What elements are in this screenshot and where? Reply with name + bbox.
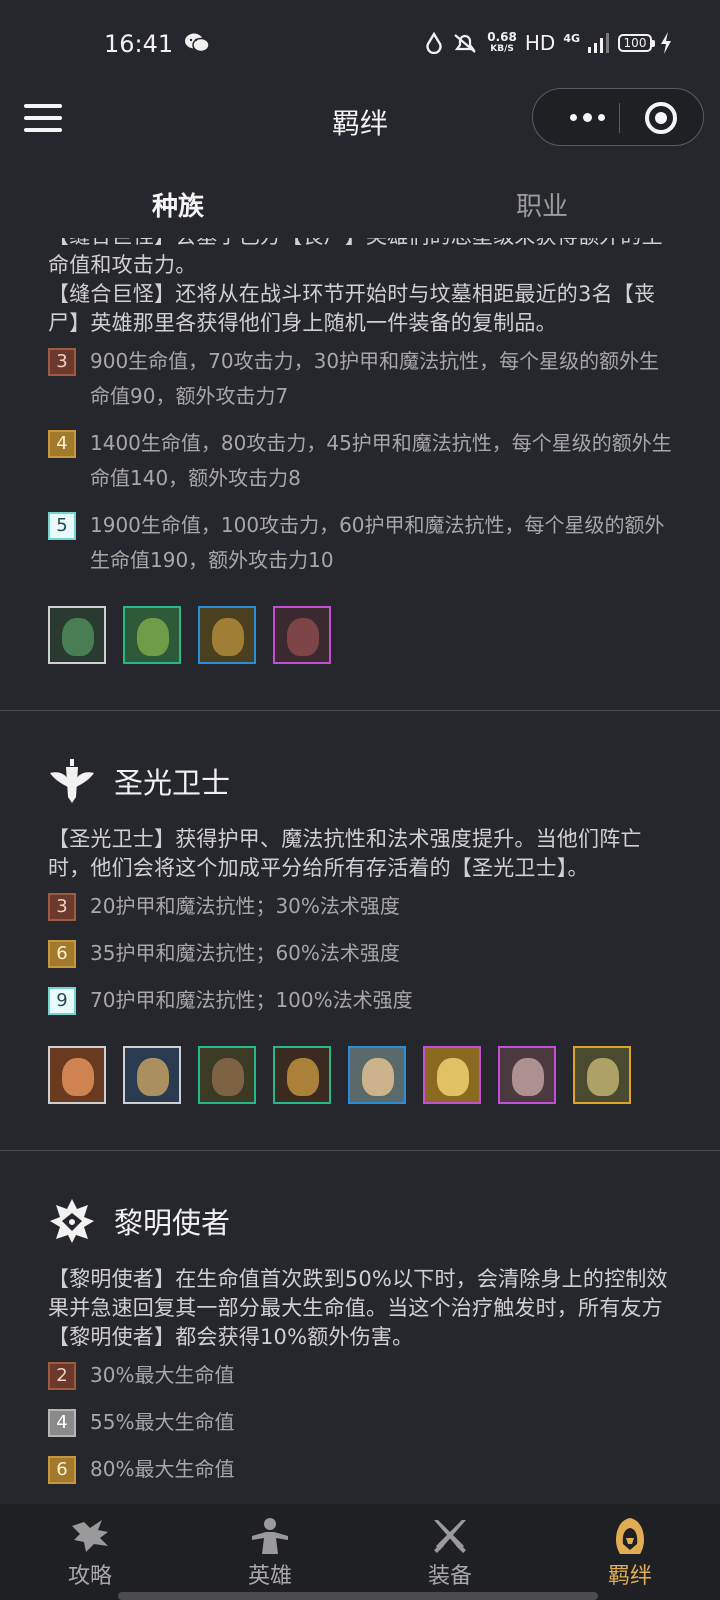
tier-badge-silver: 4 xyxy=(48,1409,76,1437)
tier-effect: 20护甲和魔法抗性；30%法术强度 xyxy=(90,894,400,918)
tabbar-item-guide[interactable]: 攻略 xyxy=(40,1516,140,1590)
hero-portrait[interactable] xyxy=(573,1046,631,1104)
hero-list xyxy=(48,606,672,664)
tier-row: 4 55%最大生命值 xyxy=(48,1405,672,1440)
hero-icon xyxy=(252,1518,288,1554)
tab-class[interactable]: 职业 xyxy=(516,186,568,223)
tier-effect: 1400生命值，80攻击力，45护甲和魔法抗性，每个星级的额外生命值140，额外… xyxy=(90,431,672,490)
tier-badge-bronze: 3 xyxy=(48,348,76,376)
tier-effect: 30%最大生命值 xyxy=(90,1363,235,1387)
tabbar-label: 攻略 xyxy=(67,1564,112,1589)
tabbar-label: 羁绊 xyxy=(607,1564,652,1589)
synergy-description: 【圣光卫士】获得护甲、魔法抗性和法术强度提升。当他们阵亡时，他们会将这个加成平分… xyxy=(48,827,642,880)
bottom-tab-bar: 攻略 英雄 装备 羁绊 xyxy=(0,1504,720,1600)
tier-badge-bronze: 2 xyxy=(48,1362,76,1390)
tier-badge-gold: 6 xyxy=(48,1456,76,1484)
net-speed-unit: KB/S xyxy=(490,44,514,54)
hood-icon xyxy=(616,1518,644,1554)
synergy-header: 黎明使者 xyxy=(48,1191,672,1251)
synergy-title: 圣光卫士 xyxy=(114,766,231,800)
wechat-icon xyxy=(185,33,210,53)
status-icons: 0.68 KB/S HD 4G 100 xyxy=(425,28,672,58)
tier-row: 6 80%最大生命值 xyxy=(48,1452,672,1487)
section-divider xyxy=(0,710,720,711)
status-bar: 16:41 0.68 KB/S HD 4G 100 xyxy=(0,0,720,88)
tabbar-item-heroes[interactable]: 英雄 xyxy=(220,1516,320,1590)
tier-row: 5 1900生命值，100攻击力，60护甲和魔法抗性，每个星级的额外生命值190… xyxy=(48,508,672,578)
synergy-section-sentinel: 圣光卫士 【圣光卫士】获得护甲、魔法抗性和法术强度提升。当他们阵亡时，他们会将这… xyxy=(0,751,720,1104)
synergy-description: 【黎明使者】在生命值首次跌到50%以下时，会清除身上的控制效果并急速回复其一部分… xyxy=(48,1267,668,1349)
more-options-button[interactable] xyxy=(555,89,619,145)
hero-portrait[interactable] xyxy=(273,1046,331,1104)
signal-type: 4G xyxy=(563,31,580,45)
status-time: 16:41 xyxy=(104,30,174,58)
dragon-icon xyxy=(72,1520,108,1552)
tier-row: 2 30%最大生命值 xyxy=(48,1358,672,1393)
tier-effect: 35护甲和魔法抗性；60%法术强度 xyxy=(90,941,400,965)
battery-icon: 100 xyxy=(618,34,655,52)
navigation-bar: 羁绊 xyxy=(0,88,720,150)
tier-effect: 1900生命值，100攻击力，60护甲和魔法抗性，每个星级的额外生命值190，额… xyxy=(90,513,665,572)
sentinel-icon xyxy=(50,759,94,803)
tabbar-label: 装备 xyxy=(427,1564,472,1589)
net-speed: 0.68 KB/S xyxy=(487,31,517,55)
tabbar-label: 英雄 xyxy=(247,1564,292,1589)
charging-icon xyxy=(661,32,671,54)
home-indicator[interactable] xyxy=(118,1592,598,1600)
tier-badge-platinum: 9 xyxy=(48,987,76,1015)
hero-portrait[interactable] xyxy=(348,1046,406,1104)
hero-portrait[interactable] xyxy=(423,1046,481,1104)
tier-row: 3 900生命值，70攻击力，30护甲和魔法抗性，每个星级的额外生命值90，额外… xyxy=(48,344,672,414)
net-speed-value: 0.68 xyxy=(487,30,517,44)
tier-badge-gold: 6 xyxy=(48,940,76,968)
tier-row: 6 35护甲和魔法抗性；60%法术强度 xyxy=(48,936,672,971)
synergy-title: 黎明使者 xyxy=(114,1206,231,1240)
tier-badge-bronze: 3 xyxy=(48,893,76,921)
synergy-description: 【缝合巨怪】还将从在战斗环节开始时与坟墓相距最近的3名【丧尸】英雄那里各获得他们… xyxy=(48,282,656,335)
close-mini-program-button[interactable] xyxy=(645,102,677,134)
tier-effect: 55%最大生命值 xyxy=(90,1410,235,1434)
dawnbringer-icon xyxy=(50,1199,94,1243)
tab-race[interactable]: 种族 xyxy=(152,186,204,223)
tabbar-item-items[interactable]: 装备 xyxy=(400,1516,500,1590)
hero-portrait[interactable] xyxy=(198,1046,256,1104)
hero-portrait[interactable] xyxy=(48,606,106,664)
section-divider xyxy=(0,1150,720,1151)
hero-list xyxy=(48,1046,672,1104)
tier-badge-gold: 4 xyxy=(48,430,76,458)
hero-portrait[interactable] xyxy=(123,606,181,664)
tier-effect: 70护甲和魔法抗性；100%法术强度 xyxy=(90,988,413,1012)
swords-icon xyxy=(434,1520,466,1553)
capsule-divider xyxy=(619,103,620,133)
synergy-header: 圣光卫士 xyxy=(48,751,672,811)
category-tabs: 种族 职业 xyxy=(0,172,720,238)
synergy-section-dawnbringer: 黎明使者 【黎明使者】在生命值首次跌到50%以下时，会清除身上的控制效果并急速回… xyxy=(0,1191,720,1487)
hero-portrait[interactable] xyxy=(48,1046,106,1104)
hero-portrait[interactable] xyxy=(123,1046,181,1104)
synergy-list[interactable]: 【缝合巨怪】会基于己方【丧尸】英雄们的总星级来获得额外的生命值和攻击力。 【缝合… xyxy=(0,230,720,1504)
mute-bell-icon xyxy=(454,34,476,53)
tier-badge-platinum: 5 xyxy=(48,512,76,540)
signal-icon xyxy=(588,33,609,53)
tier-row: 3 20护甲和魔法抗性；30%法术强度 xyxy=(48,889,672,924)
hero-portrait[interactable] xyxy=(198,606,256,664)
hd-indicator: HD xyxy=(524,31,556,55)
hero-portrait[interactable] xyxy=(273,606,331,664)
mini-program-capsule xyxy=(532,88,704,146)
drop-icon xyxy=(426,32,442,54)
hero-portrait[interactable] xyxy=(498,1046,556,1104)
tier-effect: 900生命值，70攻击力，30护甲和魔法抗性，每个星级的额外生命值90，额外攻击… xyxy=(90,349,660,408)
tier-row: 9 70护甲和魔法抗性；100%法术强度 xyxy=(48,983,672,1018)
synergy-section-abomination: 【缝合巨怪】会基于己方【丧尸】英雄们的总星级来获得额外的生命值和攻击力。 【缝合… xyxy=(0,230,720,664)
tabbar-item-synergies[interactable]: 羁绊 xyxy=(580,1516,680,1590)
tier-effect: 80%最大生命值 xyxy=(90,1457,235,1481)
tier-row: 4 1400生命值，80攻击力，45护甲和魔法抗性，每个星级的额外生命值140，… xyxy=(48,426,672,496)
